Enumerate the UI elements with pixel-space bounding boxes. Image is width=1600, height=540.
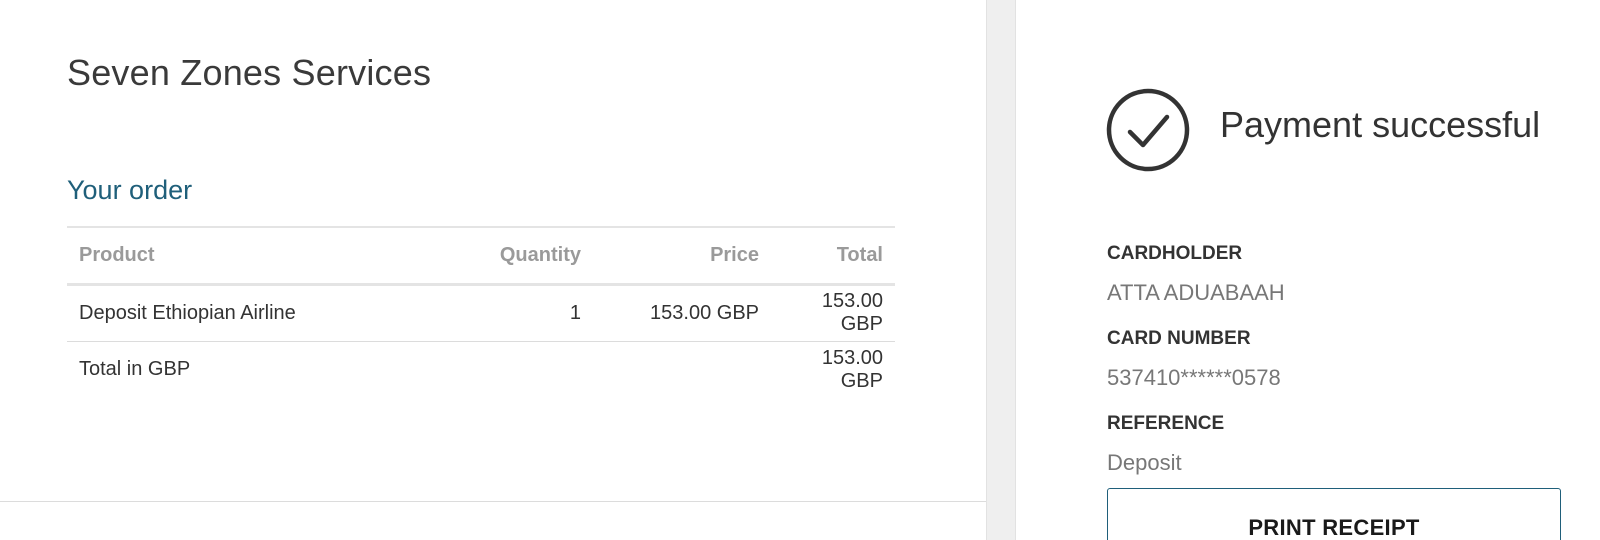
payment-result-panel: Payment successful CARDHOLDER ATTA ADUAB… bbox=[1016, 0, 1600, 540]
card-number-label: CARD NUMBER bbox=[1107, 328, 1251, 349]
cardholder-value: ATTA ADUABAAH bbox=[1107, 280, 1285, 305]
order-heading: Your order bbox=[67, 175, 193, 205]
total-row: Total in GBP 153.00 GBP bbox=[67, 341, 895, 398]
total-label: Total in GBP bbox=[79, 358, 191, 381]
order-table: Product Quantity Price Total Deposit Eth… bbox=[67, 226, 895, 398]
payment-status-title: Payment successful bbox=[1220, 104, 1541, 145]
payment-page: Seven Zones Services Your order Product … bbox=[0, 0, 1600, 540]
cardholder-label: CARDHOLDER bbox=[1107, 243, 1243, 264]
column-header-product: Product bbox=[67, 226, 440, 286]
item-total: 153.00 GBP bbox=[771, 284, 895, 342]
card-number-value: 537410******0578 bbox=[1107, 365, 1281, 390]
column-header-price: Price bbox=[593, 226, 771, 286]
order-panel: Seven Zones Services Your order Product … bbox=[0, 0, 986, 540]
panel-divider bbox=[986, 0, 1016, 540]
item-product: Deposit Ethiopian Airline bbox=[67, 284, 440, 342]
total-empty-price bbox=[593, 341, 771, 398]
merchant-name: Seven Zones Services bbox=[67, 52, 432, 93]
item-quantity: 1 bbox=[440, 284, 593, 342]
item-price: 153.00 GBP bbox=[593, 284, 771, 342]
column-header-total: Total bbox=[771, 226, 895, 286]
column-header-quantity: Quantity bbox=[440, 226, 593, 286]
section-divider bbox=[0, 501, 986, 502]
check-circle-icon bbox=[1106, 88, 1190, 172]
reference-value: Deposit bbox=[1107, 450, 1182, 475]
table-header-row: Product Quantity Price Total bbox=[67, 226, 895, 286]
print-receipt-button[interactable]: PRINT RECEIPT bbox=[1107, 488, 1561, 540]
order-total: 153.00 GBP bbox=[821, 346, 883, 392]
table-row: Deposit Ethiopian Airline 1 153.00 GBP 1… bbox=[67, 284, 895, 342]
total-empty-quantity bbox=[440, 341, 593, 398]
reference-label: REFERENCE bbox=[1107, 413, 1225, 434]
